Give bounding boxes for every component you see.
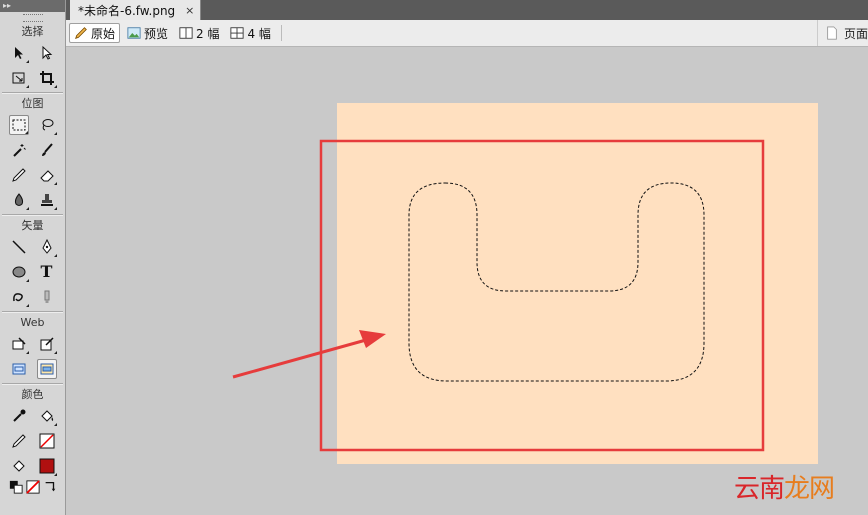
view-toolbar: 原始 预览 2 幅 4 幅 页面	[66, 20, 868, 47]
page-selector[interactable]: 页面	[816, 20, 868, 46]
view-original-button[interactable]: 原始	[69, 23, 121, 43]
eraser-tool-icon[interactable]	[37, 165, 57, 185]
fill-color-bucket-icon	[9, 456, 29, 476]
default-colors-icon[interactable]	[9, 480, 23, 494]
toolbar-divider	[280, 25, 282, 41]
panel-grip[interactable]	[22, 14, 43, 22]
selection-marquee	[408, 182, 705, 382]
panel-collapse-arrows[interactable]: ▸▸	[0, 0, 65, 12]
swap-colors-icon[interactable]	[43, 480, 57, 494]
show-slices-icon[interactable]	[36, 358, 57, 379]
view-preview-label: 预览	[144, 26, 169, 41]
section-label-colors: 颜色	[21, 388, 44, 401]
view-2up-button[interactable]: 2 幅	[175, 23, 223, 43]
knife-tool-icon[interactable]	[37, 287, 57, 307]
annotation-arrowhead	[359, 330, 386, 348]
pencil-tool-icon[interactable]	[9, 165, 29, 185]
view-original-label: 原始	[91, 26, 116, 41]
watermark-logo: 云南龙网	[733, 474, 835, 504]
close-icon[interactable]: ×	[185, 4, 194, 17]
brush-tool-icon[interactable]	[37, 140, 57, 160]
annotation-rectangle	[319, 139, 765, 452]
slice-tool-icon[interactable]	[37, 334, 57, 354]
scale-tool-icon[interactable]	[9, 68, 29, 88]
view-2up-label: 2 幅	[196, 26, 220, 41]
page-icon	[827, 26, 837, 40]
paint-bucket-tool-icon[interactable]	[37, 406, 57, 426]
canvas-overlay	[232, 139, 765, 452]
rubber-stamp-tool-icon[interactable]	[37, 190, 57, 210]
view-preview-button[interactable]: 预览	[123, 23, 172, 43]
subselection-tool-icon[interactable]	[37, 43, 57, 63]
eyedropper-tool-icon[interactable]	[9, 406, 29, 426]
annotation-arrow	[232, 338, 367, 379]
crop-tool-icon[interactable]	[37, 68, 57, 88]
view-4up-label: 4 幅	[247, 26, 271, 41]
pen-tool-icon[interactable]	[37, 237, 57, 257]
four-up-icon	[230, 27, 245, 39]
preview-image-icon	[127, 27, 141, 39]
blur-tool-icon[interactable]	[9, 190, 29, 210]
hide-slices-icon[interactable]	[9, 359, 29, 379]
line-tool-icon[interactable]	[9, 237, 29, 257]
two-up-icon	[179, 27, 193, 39]
pointer-tool-icon[interactable]	[9, 43, 29, 63]
marquee-tool-icon[interactable]	[8, 114, 29, 135]
ellipse-tool-icon[interactable]	[9, 262, 29, 282]
no-color-icon[interactable]	[25, 480, 40, 494]
section-label-bitmap: 位图	[21, 97, 44, 110]
section-label-web: Web	[20, 316, 45, 329]
text-tool-icon[interactable]: T	[37, 262, 57, 282]
section-label-select: 选择	[21, 25, 44, 38]
canvas-area[interactable]: 云南龙网	[66, 47, 868, 515]
stroke-color-swatch[interactable]	[37, 431, 57, 451]
document-tab[interactable]: *未命名-6.fw.png ×	[70, 0, 202, 20]
lasso-tool-icon[interactable]	[37, 115, 57, 135]
section-label-vector: 矢量	[21, 219, 44, 232]
freeform-tool-icon[interactable]	[9, 287, 29, 307]
view-4up-button[interactable]: 4 幅	[226, 23, 274, 43]
stroke-color-pencil-icon	[9, 431, 29, 451]
hotspot-tool-icon[interactable]	[9, 334, 29, 354]
document-tab-title: *未命名-6.fw.png	[78, 3, 176, 18]
pencil-icon	[75, 27, 87, 39]
page-label: 页面	[843, 26, 868, 41]
document-tab-bar: *未命名-6.fw.png ×	[66, 0, 868, 20]
tools-panel: ▸▸ 选择 位图 矢量 T Web 颜色	[0, 0, 66, 515]
magic-wand-tool-icon[interactable]	[9, 140, 29, 160]
fill-color-swatch[interactable]	[37, 456, 57, 476]
